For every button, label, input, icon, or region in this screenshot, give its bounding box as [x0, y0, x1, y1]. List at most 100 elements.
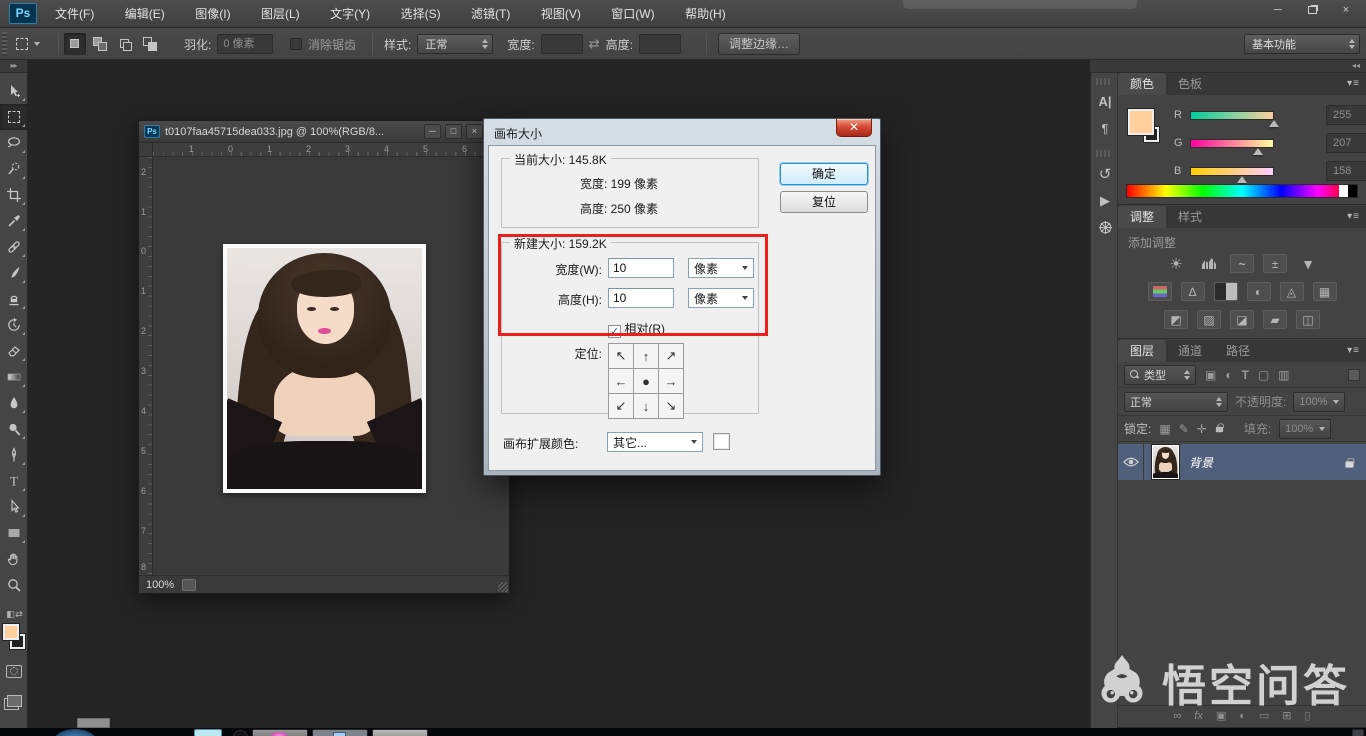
reset-button[interactable]: 复位	[780, 191, 868, 213]
black-white-icon[interactable]	[1214, 282, 1238, 301]
invert-icon[interactable]: ◩	[1164, 310, 1188, 329]
panel-menu-icon[interactable]: ▾≡	[1341, 340, 1366, 362]
extension-color-swatch[interactable]	[713, 433, 730, 450]
threshold-icon[interactable]: ◪	[1230, 310, 1254, 329]
fill-input[interactable]: 100%	[1279, 419, 1331, 439]
menu-edit[interactable]: 编辑(E)	[112, 0, 178, 28]
taskbar-item-3[interactable]	[312, 729, 368, 736]
quick-selection-tool[interactable]	[0, 156, 28, 182]
character-panel-icon[interactable]: A|	[1091, 88, 1119, 115]
extension-color-select[interactable]: 其它...	[607, 432, 703, 452]
tab-swatches[interactable]: 色板	[1166, 73, 1214, 95]
tab-layers[interactable]: 图层	[1118, 340, 1166, 362]
history-brush-tool[interactable]	[0, 312, 28, 338]
menu-layer[interactable]: 图层(L)	[248, 0, 313, 28]
lock-all-icon[interactable]	[1216, 427, 1223, 433]
anchor-bottom-left[interactable]: ↙	[609, 394, 633, 418]
layer-filter-select[interactable]: 类型	[1124, 365, 1196, 385]
tool-preset-marquee-icon[interactable]	[16, 38, 28, 50]
blur-tool[interactable]	[0, 390, 28, 416]
width-input[interactable]	[541, 34, 583, 54]
menu-help[interactable]: 帮助(H)	[672, 0, 739, 28]
refine-edge-button[interactable]: 调整边缘…	[718, 33, 800, 55]
red-slider-thumb[interactable]	[1269, 120, 1279, 127]
filter-pixel-layers-icon[interactable]: ▣	[1205, 368, 1216, 382]
eyedropper-tool[interactable]	[0, 208, 28, 234]
pen-tool[interactable]	[0, 442, 28, 468]
panel-foreground-swatch[interactable]	[1128, 109, 1154, 135]
new-width-unit-select[interactable]: 像素	[688, 258, 754, 278]
anchor-top[interactable]: ↑	[634, 344, 658, 368]
swap-dimensions-icon[interactable]: ⇄	[589, 36, 600, 52]
filter-shape-layers-icon[interactable]: ▢	[1258, 368, 1269, 382]
zoom-tool[interactable]	[0, 572, 28, 598]
document-minimize-button[interactable]: ─	[424, 124, 441, 139]
tool-preset-dropdown-icon[interactable]	[34, 42, 40, 46]
anchor-bottom[interactable]: ↓	[634, 394, 658, 418]
selection-add-button[interactable]	[89, 33, 111, 55]
resize-grip[interactable]	[498, 582, 508, 592]
eraser-tool[interactable]	[0, 338, 28, 364]
start-orb-icon[interactable]	[52, 729, 98, 736]
layer-visibility-toggle[interactable]	[1118, 444, 1144, 480]
clone-stamp-tool[interactable]	[0, 286, 28, 312]
close-button[interactable]: ×	[1330, 2, 1362, 19]
anchor-right[interactable]: →	[659, 369, 683, 393]
document-canvas[interactable]	[153, 157, 509, 575]
menu-file[interactable]: 文件(F)	[42, 0, 107, 28]
photo-filter-icon[interactable]: ◐	[1247, 282, 1271, 301]
anchor-bottom-right[interactable]: ↘	[659, 394, 683, 418]
rectangular-marquee-tool[interactable]	[0, 104, 28, 130]
document-close-button[interactable]: ×	[466, 124, 483, 139]
path-selection-tool[interactable]	[0, 494, 28, 520]
screen-mode-button[interactable]	[0, 688, 28, 714]
actions-panel-icon[interactable]: ▶	[1091, 187, 1119, 214]
brightness-contrast-icon[interactable]: ☀	[1164, 254, 1188, 273]
taskbar-item-2[interactable]	[252, 729, 308, 736]
relative-checkbox[interactable]: ✓	[608, 325, 621, 338]
exposure-icon[interactable]: ±	[1263, 254, 1287, 273]
vibrance-icon[interactable]: ▼	[1296, 254, 1320, 273]
menu-window[interactable]: 窗口(W)	[598, 0, 667, 28]
document-window[interactable]: Ps t0107faa45715dea033.jpg @ 100%(RGB/8.…	[138, 120, 510, 594]
swap-colors-icon[interactable]: ◧ ⇄	[0, 608, 28, 622]
height-input[interactable]	[639, 34, 681, 54]
zoom-level[interactable]: 100%	[146, 579, 174, 591]
new-width-input[interactable]	[608, 258, 674, 278]
red-slider[interactable]	[1190, 111, 1274, 120]
tab-paths[interactable]: 路径	[1214, 340, 1262, 362]
green-value[interactable]: 207	[1326, 133, 1366, 153]
menu-filter[interactable]: 滤镜(T)	[458, 0, 523, 28]
history-panel-icon[interactable]: ↺	[1091, 160, 1119, 187]
toolbar-collapse-icon[interactable]: ▸▸	[0, 60, 27, 73]
brush-tool[interactable]	[0, 260, 28, 286]
tab-styles[interactable]: 样式	[1166, 206, 1214, 228]
gradient-map-icon[interactable]: ▰	[1263, 310, 1287, 329]
filter-type-layers-icon[interactable]: T	[1242, 368, 1249, 382]
document-maximize-button[interactable]: □	[445, 124, 462, 139]
spot-healing-brush-tool[interactable]	[0, 234, 28, 260]
anchor-top-left[interactable]: ↖	[609, 344, 633, 368]
posterize-icon[interactable]: ▨	[1197, 310, 1221, 329]
blue-value[interactable]: 158	[1326, 161, 1366, 181]
windows-taskbar[interactable]	[0, 728, 1366, 736]
lasso-tool[interactable]	[0, 130, 28, 156]
opacity-input[interactable]: 100%	[1293, 392, 1345, 412]
blue-slider-thumb[interactable]	[1237, 176, 1247, 183]
filter-toggle[interactable]	[1348, 369, 1360, 381]
hand-tool[interactable]	[0, 546, 28, 572]
type-tool[interactable]: T	[0, 468, 28, 494]
dialog-close-button[interactable]: ✕	[836, 119, 872, 137]
green-slider-thumb[interactable]	[1253, 148, 1263, 155]
blue-slider[interactable]	[1190, 167, 1274, 176]
selection-subtract-button[interactable]	[114, 33, 136, 55]
status-info-icon[interactable]	[182, 579, 196, 591]
menu-image[interactable]: 图像(I)	[182, 0, 243, 28]
levels-icon[interactable]	[1197, 254, 1221, 273]
canvas-size-dialog[interactable]: 画布大小 ✕ 当前大小: 145.8K 宽度: 199 像素 高度: 250 像…	[483, 118, 881, 476]
menu-type[interactable]: 文字(Y)	[317, 0, 383, 28]
rectangle-tool[interactable]	[0, 520, 28, 546]
clone-source-panel-icon[interactable]	[1091, 214, 1119, 241]
dialog-titlebar[interactable]: 画布大小	[487, 122, 877, 145]
anchor-center[interactable]: ●	[634, 369, 658, 393]
